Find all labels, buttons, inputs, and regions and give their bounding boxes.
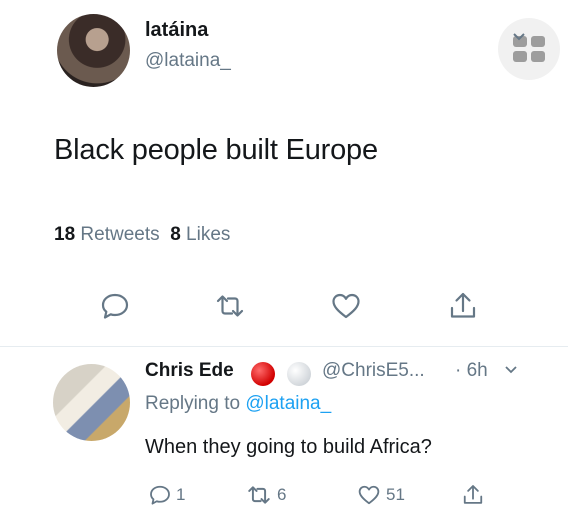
reply-share-button[interactable]: [461, 482, 485, 508]
white-circle-emoji-icon: [287, 362, 311, 386]
reply-count: 1: [176, 485, 186, 504]
share-icon: [463, 485, 483, 504]
likes-count[interactable]: 8: [170, 224, 181, 245]
author-handle[interactable]: @lataina_: [145, 50, 231, 72]
reply-icon: [150, 485, 170, 505]
reply-author-avatar[interactable]: [53, 364, 130, 441]
reply-reply-button[interactable]: 1: [148, 482, 185, 508]
share-icon[interactable]: [447, 290, 479, 322]
like-icon[interactable]: [330, 290, 362, 322]
reply-retweet-button[interactable]: 6: [245, 482, 286, 508]
retweet-icon[interactable]: [214, 290, 246, 322]
retweets-label[interactable]: Retweets: [80, 224, 159, 245]
grid-menu-button[interactable]: [498, 18, 560, 80]
reply-text: When they going to build Africa?: [145, 436, 432, 458]
tweet-stats: 18 Retweets 8 Likes: [54, 224, 230, 246]
like-icon: [358, 485, 380, 505]
reply-icon[interactable]: [99, 290, 131, 322]
chevron-down-icon[interactable]: [512, 32, 526, 42]
divider: [0, 346, 568, 347]
like-count: 51: [386, 485, 405, 504]
red-circle-emoji-icon: [251, 362, 275, 386]
retweet-icon: [248, 486, 270, 504]
reply-author-name[interactable]: Chris Ede: [145, 360, 234, 382]
tweet-text: Black people built Europe: [54, 134, 378, 166]
reply-timestamp[interactable]: · 6h: [455, 360, 488, 382]
retweets-count[interactable]: 18: [54, 224, 75, 245]
author-name[interactable]: latáina: [145, 19, 208, 42]
likes-label[interactable]: Likes: [186, 224, 230, 245]
reply-like-button[interactable]: 51: [356, 482, 405, 508]
chevron-down-icon[interactable]: [504, 365, 518, 375]
replying-prefix: Replying to: [145, 393, 241, 414]
author-avatar[interactable]: [57, 14, 130, 87]
replying-to: Replying to @lataina_: [145, 393, 331, 415]
retweet-count: 6: [277, 485, 287, 504]
replying-mention-link[interactable]: @lataina_: [245, 393, 331, 414]
reply-author-handle[interactable]: @ChrisE5...: [322, 360, 425, 382]
